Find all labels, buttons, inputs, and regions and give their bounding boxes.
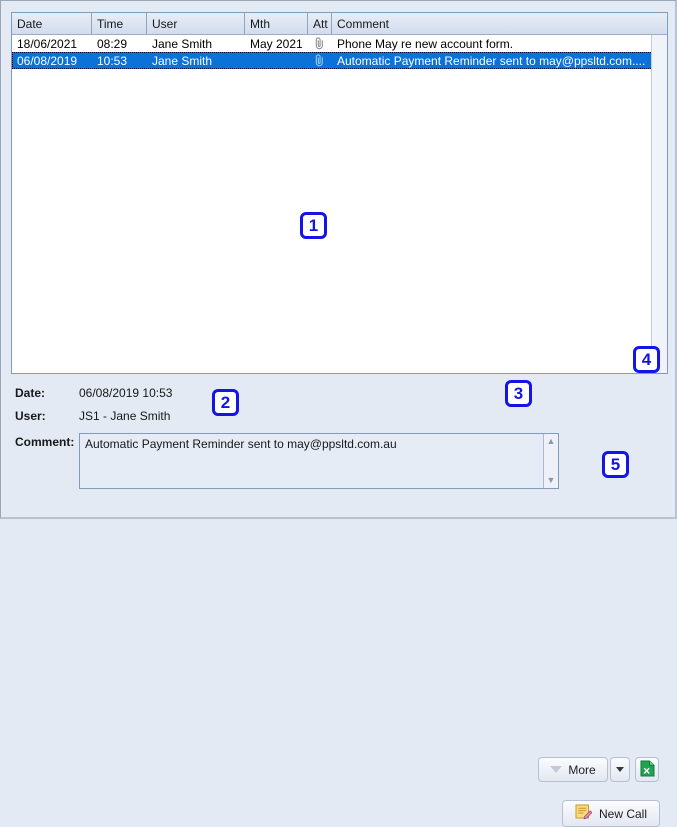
comment-textarea[interactable]: Automatic Payment Reminder sent to may@p…: [79, 433, 559, 489]
new-call-button-label: New Call: [598, 806, 647, 821]
export-to-excel-button[interactable]: [635, 757, 659, 782]
note-pencil-icon: [575, 804, 593, 823]
detail-panel: Date: 06/08/2019 10:53 User: JS1 - Jane …: [1, 379, 677, 827]
column-header-att[interactable]: Att: [308, 13, 332, 34]
excel-export-icon: [640, 760, 655, 780]
new-call-button[interactable]: New Call: [562, 800, 660, 827]
more-button-label: More: [568, 762, 596, 777]
cell-comment: Automatic Payment Reminder sent to may@p…: [337, 53, 646, 68]
cell-time: 08:29: [97, 36, 128, 51]
callout-badge-4: 4: [633, 346, 660, 373]
more-button[interactable]: More: [538, 757, 608, 782]
cell-user: Jane Smith: [152, 53, 213, 68]
cell-comment: Phone May re new account form.: [337, 36, 514, 51]
callout-badge-1: 1: [300, 212, 327, 239]
column-header-date[interactable]: Date: [12, 13, 92, 34]
list-header-row: Date Time User Mth Att Comment: [12, 13, 667, 35]
column-header-time[interactable]: Time: [92, 13, 147, 34]
list-vertical-scrollbar[interactable]: [651, 35, 667, 373]
more-dropdown-button[interactable]: [610, 757, 630, 782]
detail-user-value: JS1 - Jane Smith: [79, 409, 171, 423]
callout-badge-5: 5: [602, 451, 629, 478]
cell-time: 10:53: [97, 53, 128, 68]
chevron-down-icon: [616, 767, 624, 772]
cell-date: 18/06/2021: [17, 36, 78, 51]
cell-user: Jane Smith: [152, 36, 213, 51]
scroll-up-icon[interactable]: ▲: [545, 436, 558, 447]
call-log-window: Date Time User Mth Att Comment 18/06/202…: [0, 0, 677, 827]
column-header-comment[interactable]: Comment: [332, 13, 667, 34]
callout-badge-2: 2: [212, 389, 239, 416]
table-row[interactable]: 06/08/2019 10:53 Jane Smith Automatic Pa…: [12, 52, 667, 69]
paperclip-icon: [308, 54, 332, 67]
cell-date: 06/08/2019: [17, 53, 78, 68]
comment-textarea-value[interactable]: Automatic Payment Reminder sent to may@p…: [80, 434, 543, 488]
table-row[interactable]: 18/06/2021 08:29 Jane Smith May 2021 Pho…: [12, 35, 667, 52]
scroll-down-icon[interactable]: ▼: [545, 475, 558, 486]
paperclip-icon: [308, 37, 332, 50]
detail-date-value: 06/08/2019 10:53: [79, 386, 173, 400]
detail-comment-label: Comment:: [15, 435, 75, 449]
comment-vertical-scrollbar[interactable]: ▲ ▼: [543, 434, 558, 488]
triangle-down-icon: [550, 766, 563, 773]
callout-badge-3: 3: [505, 380, 532, 407]
detail-user-label: User:: [15, 409, 46, 423]
detail-date-label: Date:: [15, 386, 46, 400]
column-header-user[interactable]: User: [147, 13, 245, 34]
cell-mth: May 2021: [250, 36, 303, 51]
column-header-mth[interactable]: Mth: [245, 13, 308, 34]
call-list[interactable]: Date Time User Mth Att Comment 18/06/202…: [11, 12, 668, 374]
list-body: 18/06/2021 08:29 Jane Smith May 2021 Pho…: [12, 35, 667, 373]
